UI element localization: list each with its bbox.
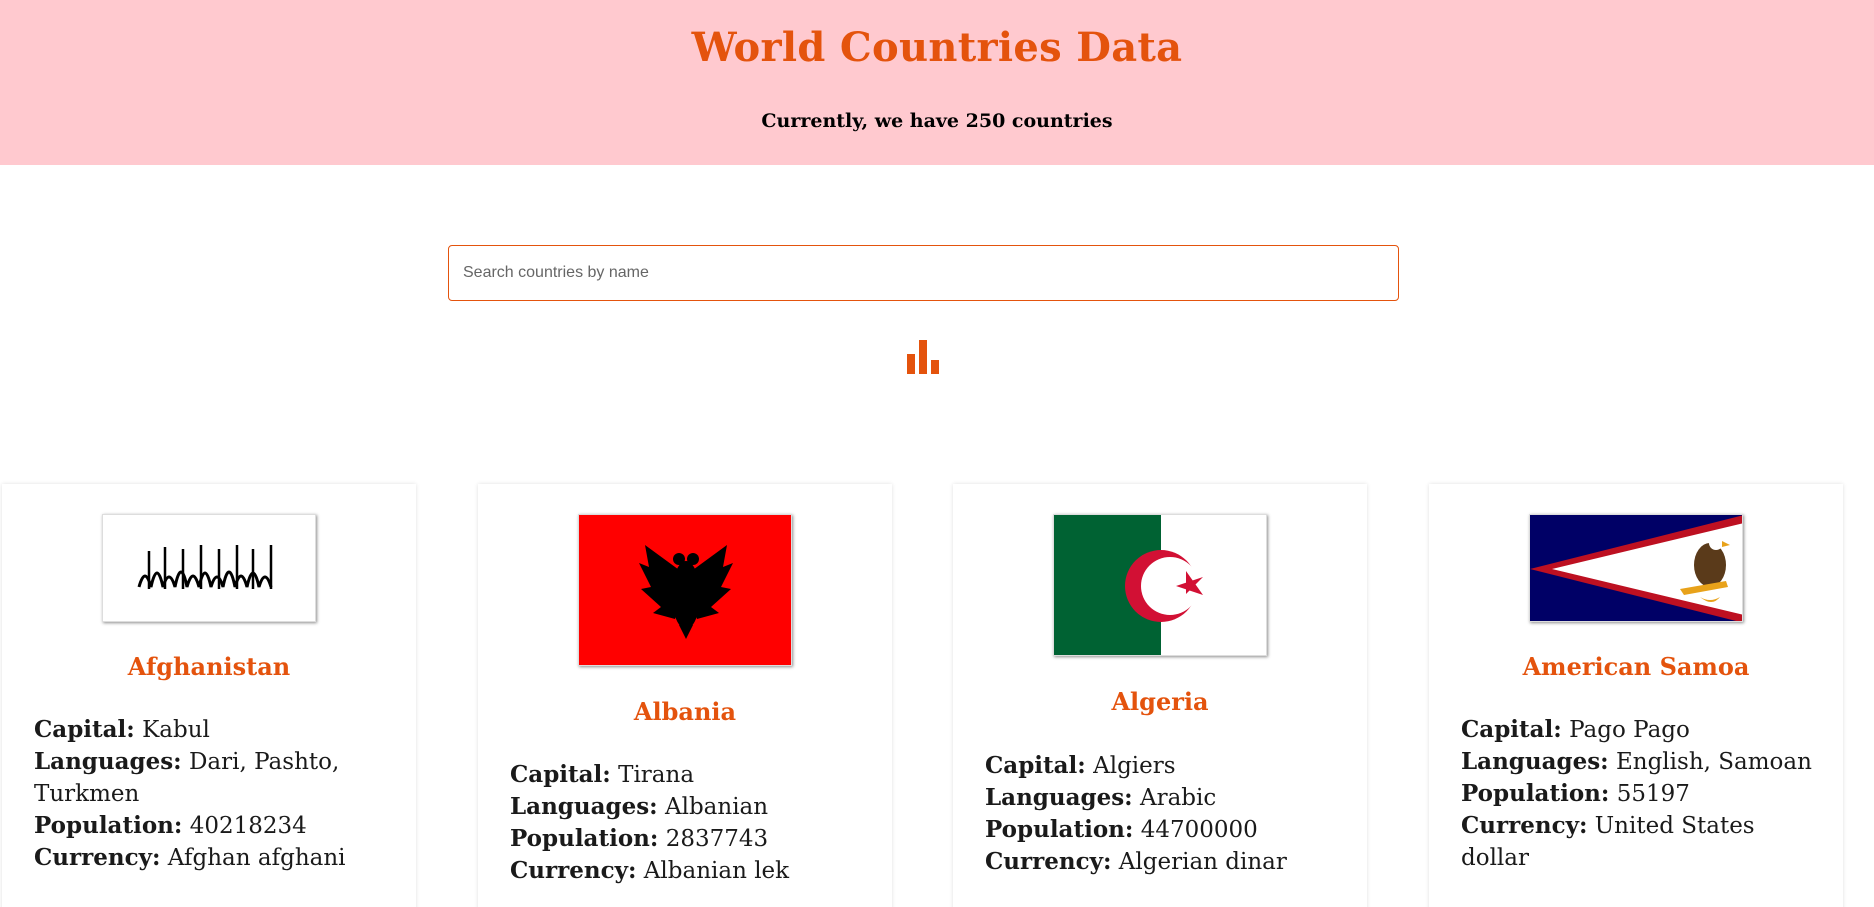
population-label: Population: [510,825,659,852]
languages-value: English, Samoan [1615,749,1812,775]
capital-label: Capital: [510,761,611,788]
population-value: 55197 [1616,781,1690,807]
country-name: Albania [633,697,737,726]
search-input[interactable] [448,245,1399,301]
albania-flag-icon [578,514,792,666]
country-name: Afghanistan [127,652,291,681]
country-card: Afghanistan Capital: Kabul Languages: Da… [2,484,416,907]
capital-label: Capital: [1461,716,1562,743]
country-name: Algeria [1111,687,1209,716]
population-value: 40218234 [189,813,307,839]
algeria-flag-icon [1053,514,1267,656]
afghanistan-flag-icon [102,514,316,622]
country-name: American Samoa [1522,652,1750,681]
currency-value: Afghan afghani [167,845,346,871]
languages-value: Arabic [1139,785,1217,811]
page-header: World Countries Data Currently, we have … [0,0,1874,165]
bar-chart-icon[interactable] [905,340,941,376]
capital-value: Pago Pago [1569,717,1690,743]
country-info: Capital: Pago Pago Languages: English, S… [1461,714,1823,874]
languages-label: Languages: [1461,748,1609,775]
currency-label: Currency: [985,848,1112,875]
country-info: Capital: Tirana Languages: Albanian Popu… [510,759,872,887]
languages-label: Languages: [34,748,182,775]
american-samoa-flag-icon [1529,514,1743,622]
currency-label: Currency: [34,844,161,871]
population-value: 2837743 [665,826,769,852]
languages-label: Languages: [985,784,1133,811]
currency-value: Albanian lek [643,858,790,884]
currency-label: Currency: [1461,812,1588,839]
currency-value: Algerian dinar [1118,849,1287,875]
languages-label: Languages: [510,793,658,820]
capital-label: Capital: [985,752,1086,779]
currency-label: Currency: [510,857,637,884]
capital-label: Capital: [34,716,135,743]
capital-value: Algiers [1093,753,1176,779]
population-label: Population: [985,816,1134,843]
country-info: Capital: Kabul Languages: Dari, Pashto, … [34,714,396,874]
capital-value: Tirana [618,762,695,788]
country-info: Capital: Algiers Languages: Arabic Popul… [985,750,1347,878]
capital-value: Kabul [142,717,210,743]
languages-value: Albanian [664,794,769,820]
country-card: American Samoa Capital: Pago Pago Langua… [1429,484,1843,907]
country-count-subtitle: Currently, we have 250 countries [761,110,1113,132]
page-title: World Countries Data [691,24,1183,71]
population-label: Population: [34,812,183,839]
population-label: Population: [1461,780,1610,807]
country-card: Algeria Capital: Algiers Languages: Arab… [953,484,1367,907]
population-value: 44700000 [1140,817,1258,843]
country-card: Albania Capital: Tirana Languages: Alban… [478,484,892,907]
